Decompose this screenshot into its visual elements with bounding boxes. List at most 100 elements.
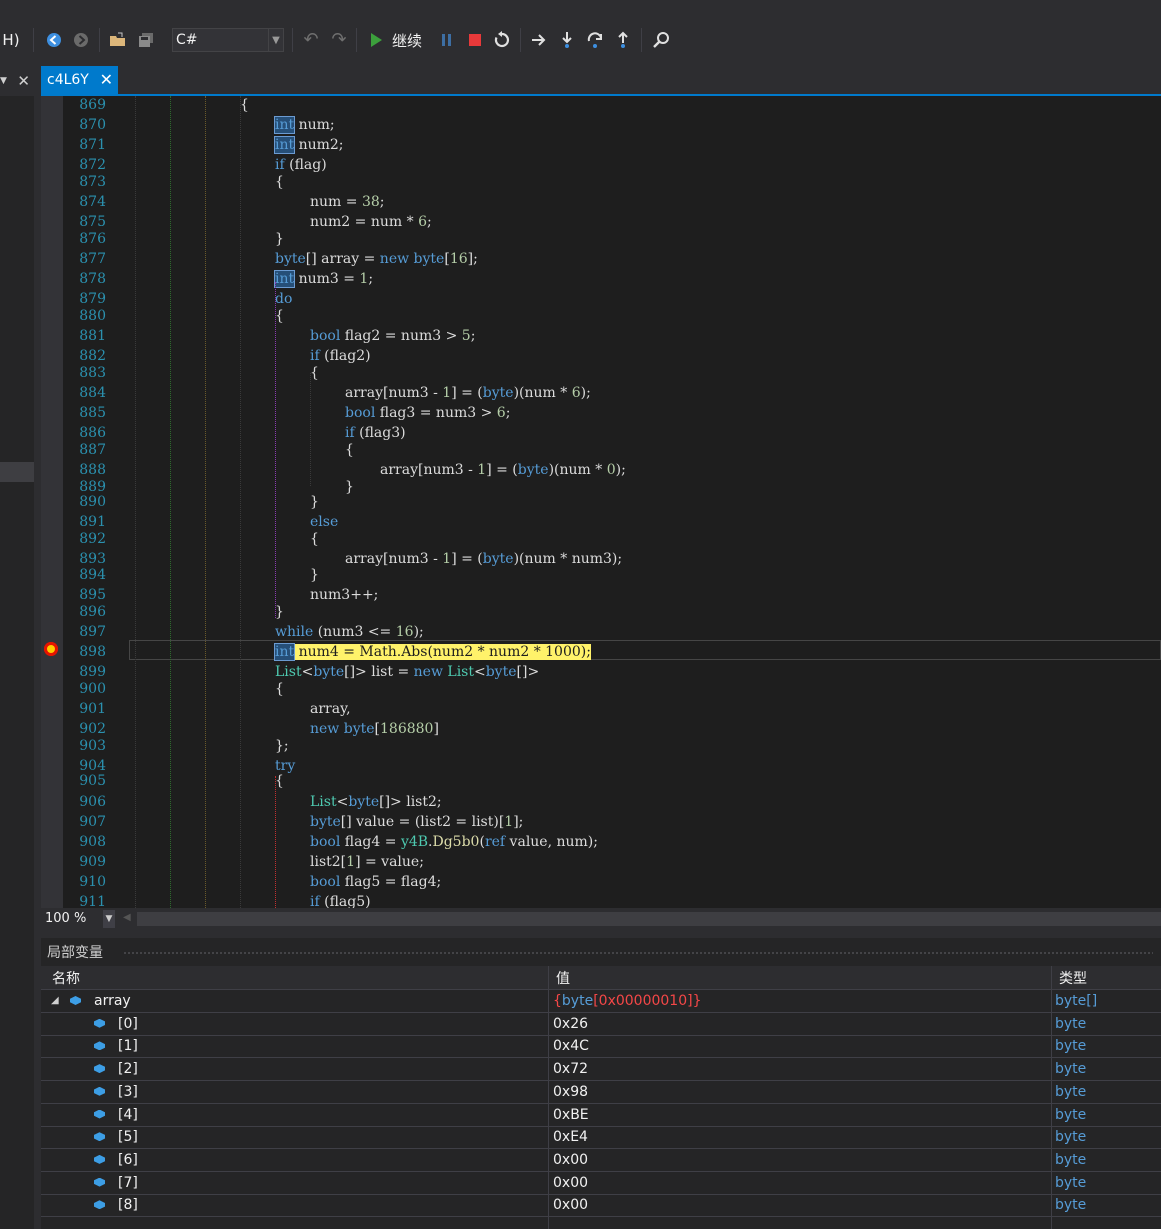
code-text: { [275, 308, 284, 324]
menu-help-fragment[interactable]: H) [0, 24, 22, 56]
restart-icon[interactable] [491, 24, 513, 56]
code-line[interactable]: 891 else [63, 513, 1161, 531]
element-value[interactable]: 0x72 [553, 1058, 588, 1080]
element-value[interactable]: 0xBE [553, 1104, 589, 1126]
code-line[interactable]: 900 { [63, 680, 1161, 698]
locals-window: 局部变量 名称 值 类型 ◢ array {byte[0x00000010]} byt… [41, 938, 1161, 1229]
chevron-down-icon[interactable]: ▼ [0, 76, 7, 86]
locals-row[interactable]: [5] 0xE4 byte [41, 1126, 1161, 1150]
code-line[interactable]: 877 byte[] array = new byte[16]; [63, 250, 1161, 268]
code-line[interactable]: 869 { [63, 96, 1161, 114]
title-grip[interactable] [123, 951, 1153, 956]
step-out-icon[interactable] [612, 24, 634, 56]
code-line[interactable]: 896} [63, 603, 1161, 621]
open-folder-icon[interactable] [106, 24, 130, 56]
breakpoint-margin[interactable] [41, 96, 63, 908]
code-line[interactable]: 875 num2 = num * 6; [63, 213, 1161, 231]
code-line[interactable]: 892 { [63, 530, 1161, 548]
code-line[interactable]: 903}; [63, 737, 1161, 755]
code-line[interactable]: 870 int num; [63, 116, 1161, 134]
column-header-value[interactable]: 值 [556, 968, 570, 988]
code-line[interactable]: 905 { [63, 772, 1161, 790]
locals-row[interactable]: [0] 0x26 byte [41, 1013, 1161, 1036]
code-line[interactable]: 871 int num2; [63, 136, 1161, 154]
code-line[interactable]: 910 bool flag5 = flag4; [63, 873, 1161, 891]
column-header-name[interactable]: 名称 [52, 968, 80, 988]
code-line[interactable]: 883 { [63, 364, 1161, 382]
code-line[interactable]: 894} [63, 566, 1161, 584]
tab-c4l6y[interactable]: c4L6Y ✕ [41, 66, 118, 94]
chevron-down-icon[interactable]: ▼ [268, 29, 283, 51]
element-value[interactable]: 0xE4 [553, 1126, 588, 1148]
code-line[interactable]: 901 array, [63, 700, 1161, 718]
code-line[interactable]: 878 int num3 = 1; [63, 270, 1161, 288]
locals-row-array[interactable]: ◢ array {byte[0x00000010]} byte[] [41, 990, 1161, 1013]
element-value[interactable]: 0x00 [553, 1172, 588, 1194]
locals-row[interactable]: [7] 0x00 byte [41, 1172, 1161, 1195]
code-line[interactable]: 890} [63, 493, 1161, 511]
code-line[interactable]: 895 num3++; [63, 586, 1161, 604]
code-line[interactable]: 886 if (flag3) [63, 424, 1161, 442]
element-value[interactable]: 0x26 [553, 1013, 588, 1035]
back-icon[interactable] [43, 24, 65, 56]
line-number: 911 [79, 894, 106, 908]
locals-row[interactable]: [8] 0x00 byte [41, 1194, 1161, 1218]
horizontal-scrollbar[interactable] [137, 912, 1161, 926]
code-line[interactable]: 872 if (flag) [63, 156, 1161, 174]
breakpoint-current-statement-icon[interactable] [44, 642, 58, 656]
locals-row[interactable]: [3] 0x98 byte [41, 1081, 1161, 1104]
variable-value[interactable]: {byte[0x00000010]} [553, 990, 701, 1012]
code-line[interactable]: 885 bool flag3 = num3 > 6; [63, 404, 1161, 422]
scroll-left-icon[interactable]: ◀ [123, 912, 131, 923]
continue-button-label[interactable]: 继续 [392, 30, 422, 51]
find-icon[interactable] [649, 24, 673, 56]
code-line[interactable]: 880 { [63, 307, 1161, 325]
continue-play-icon[interactable] [366, 24, 386, 56]
element-index: [6] [118, 1151, 138, 1168]
code-line[interactable]: 907 byte[] value = (list2 = list)[1]; [63, 813, 1161, 831]
locals-row[interactable]: [4] 0xBE byte [41, 1104, 1161, 1127]
zoom-level[interactable]: 100 % [45, 911, 86, 926]
code-line[interactable]: 908 bool flag4 = y4B.Dg5b0(ref value, num… [63, 833, 1161, 851]
locals-row[interactable]: [6] 0x00 byte [41, 1149, 1161, 1172]
scrollbar-thumb[interactable] [0, 462, 34, 482]
code-line[interactable]: 911 if (flag5) [63, 893, 1161, 908]
code-line[interactable]: 884 array[num3 - 1] = (byte)(num * 6); [63, 384, 1161, 402]
code-line[interactable]: 888 array[num3 - 1] = (byte)(num * 0); [63, 461, 1161, 479]
code-line[interactable]: 874 num = 38; [63, 193, 1161, 211]
code-line[interactable]: 879 do [63, 290, 1161, 308]
code-line[interactable]: 876} [63, 230, 1161, 248]
undo-icon[interactable]: ↶ [300, 24, 322, 56]
code-line[interactable]: 897 while (num3 <= 16); [63, 623, 1161, 641]
code-line[interactable]: 887 { [63, 441, 1161, 459]
chevron-down-icon[interactable]: ▼ [103, 910, 115, 928]
code-line[interactable]: 873 { [63, 173, 1161, 191]
close-icon[interactable]: ✕ [100, 70, 113, 89]
stop-icon[interactable] [465, 24, 485, 56]
pause-icon[interactable] [437, 24, 457, 56]
column-header-type[interactable]: 类型 [1059, 968, 1087, 988]
code-editor[interactable]: 869{870 int num; 871 int num2; 872 if (flag) 8… [63, 96, 1161, 908]
step-into-icon[interactable] [556, 24, 578, 56]
step-over-icon[interactable] [584, 24, 606, 56]
locals-row[interactable]: [1] 0x4C byte [41, 1035, 1161, 1059]
save-all-icon[interactable] [134, 24, 158, 56]
code-line[interactable]: 909 list2[1] = value; [63, 853, 1161, 871]
code-line[interactable]: 881 bool flag2 = num3 > 5; [63, 327, 1161, 345]
redo-icon[interactable]: ↷ [328, 24, 350, 56]
close-icon[interactable]: ✕ [17, 72, 30, 90]
code-line[interactable]: 882 if (flag2) [63, 347, 1161, 365]
element-value[interactable]: 0x00 [553, 1194, 588, 1216]
code-line[interactable]: 906 List<byte[]> list2; [63, 793, 1161, 811]
locals-row[interactable]: [2] 0x72 byte [41, 1058, 1161, 1082]
element-value[interactable]: 0x00 [553, 1149, 588, 1171]
solution-platform-combo[interactable]: C# ▼ [172, 28, 284, 52]
show-next-statement-icon[interactable] [528, 24, 550, 56]
code-line[interactable]: 898 int num4 = Math.Abs(num2 * num2 * 100… [63, 643, 1161, 661]
element-value[interactable]: 0x98 [553, 1081, 588, 1103]
expand-triangle-icon[interactable]: ◢ [51, 990, 59, 1012]
forward-icon[interactable] [70, 24, 92, 56]
element-value[interactable]: 0x4C [553, 1035, 589, 1057]
code-line[interactable]: 902 new byte[186880] [63, 720, 1161, 738]
code-line[interactable]: 899 List<byte[]> list = new List<byte[]> [63, 663, 1161, 681]
